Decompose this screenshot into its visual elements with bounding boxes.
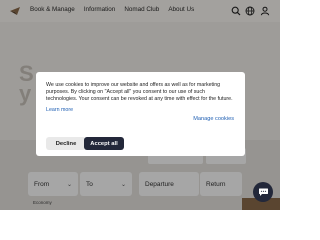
decline-button[interactable]: Decline (46, 137, 86, 150)
accept-all-button[interactable]: Accept all (84, 137, 124, 150)
cookie-dialog: We use cookies to improve our website an… (36, 72, 245, 156)
manage-cookies-link[interactable]: Manage cookies (193, 116, 234, 122)
chat-button[interactable] (253, 182, 273, 202)
chat-icon (258, 188, 268, 196)
cookie-text: We use cookies to improve our website an… (46, 82, 233, 102)
learn-more-link[interactable]: Learn more (46, 107, 73, 113)
